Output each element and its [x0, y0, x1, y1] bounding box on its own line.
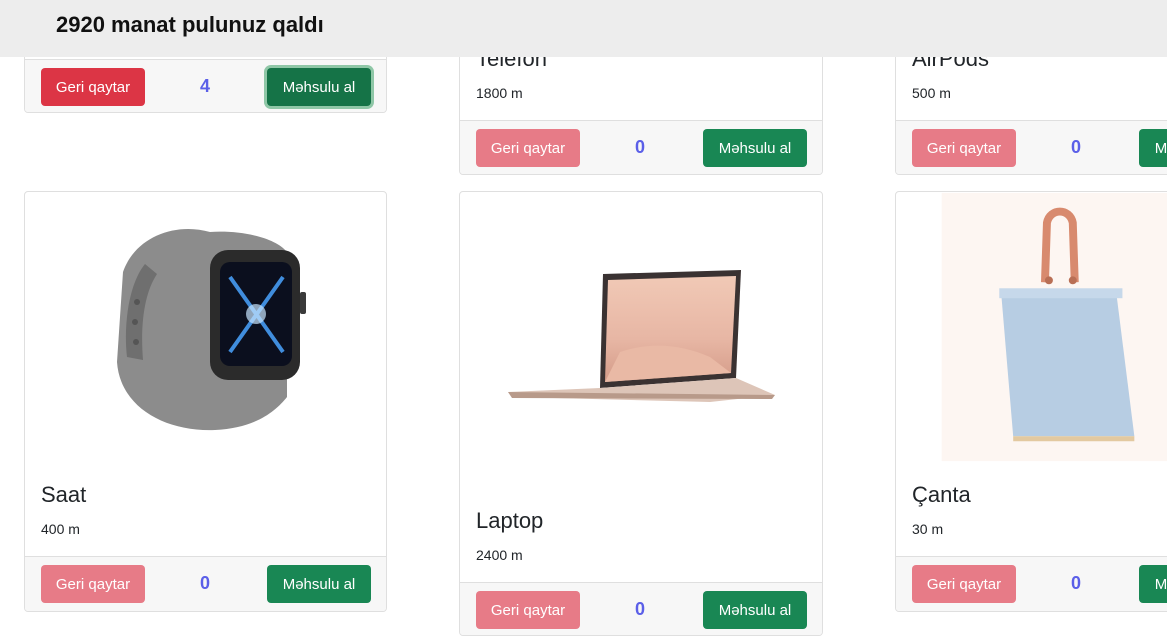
smartwatch-image	[117, 228, 306, 431]
return-button[interactable]: Geri qaytar	[912, 129, 1016, 167]
card-footer: Geri qaytar 4 Məhsulu al	[25, 59, 386, 112]
buy-button[interactable]: Məhsulu al	[267, 565, 371, 603]
product-title: Çanta	[912, 482, 971, 507]
tote-bag-image	[941, 192, 1167, 462]
buy-button[interactable]: Məhsulu al	[703, 129, 807, 167]
item-count: 0	[1070, 137, 1081, 157]
item-count: 0	[1070, 573, 1081, 593]
product-price: 500 m	[912, 85, 951, 101]
product-card: Laptop 2400 m Geri qaytar 0 Məhsulu al	[459, 191, 823, 636]
item-count: 4	[199, 76, 210, 96]
product-title: Laptop	[476, 508, 544, 533]
product-card: Saat 400 m Geri qaytar 0 Məhsulu al	[24, 191, 387, 612]
laptop-image	[508, 270, 775, 402]
return-button[interactable]: Geri qaytar	[41, 68, 145, 106]
buy-button[interactable]: Məhsulu al	[267, 68, 371, 106]
balance-text: 2920 manat pulunuz qaldı	[56, 12, 324, 37]
item-count: 0	[634, 137, 645, 157]
return-button[interactable]: Geri qaytar	[41, 565, 145, 603]
return-button[interactable]: Geri qaytar	[476, 129, 580, 167]
buy-button[interactable]: Məhsulu al	[703, 591, 807, 629]
return-button[interactable]: Geri qaytar	[476, 591, 580, 629]
product-card: Çanta 30 m Geri qaytar 0 Məhsulu al	[895, 191, 1167, 612]
buy-button[interactable]: Məhsulu al	[1139, 129, 1167, 167]
card-footer: Geri qaytar 0 Məhsulu al	[896, 556, 1167, 611]
item-count: 0	[199, 573, 210, 593]
card-footer: Geri qaytar 0 Məhsulu al	[460, 582, 822, 635]
balance-bar: 2920 manat pulunuz qaldı	[0, 0, 1167, 57]
card-footer: Geri qaytar 0 Məhsulu al	[460, 120, 822, 174]
card-footer: Geri qaytar 0 Məhsulu al	[25, 556, 386, 611]
product-price: 2400 m	[476, 547, 523, 563]
product-price: 30 m	[912, 521, 944, 537]
card-footer: Geri qaytar 0 Məhsulu al	[896, 120, 1167, 174]
item-count: 0	[634, 599, 645, 619]
product-title: Saat	[41, 482, 87, 507]
product-price: 400 m	[41, 521, 80, 537]
return-button[interactable]: Geri qaytar	[912, 565, 1016, 603]
buy-button[interactable]: Məhsulu al	[1139, 565, 1167, 603]
product-price: 1800 m	[476, 85, 523, 101]
